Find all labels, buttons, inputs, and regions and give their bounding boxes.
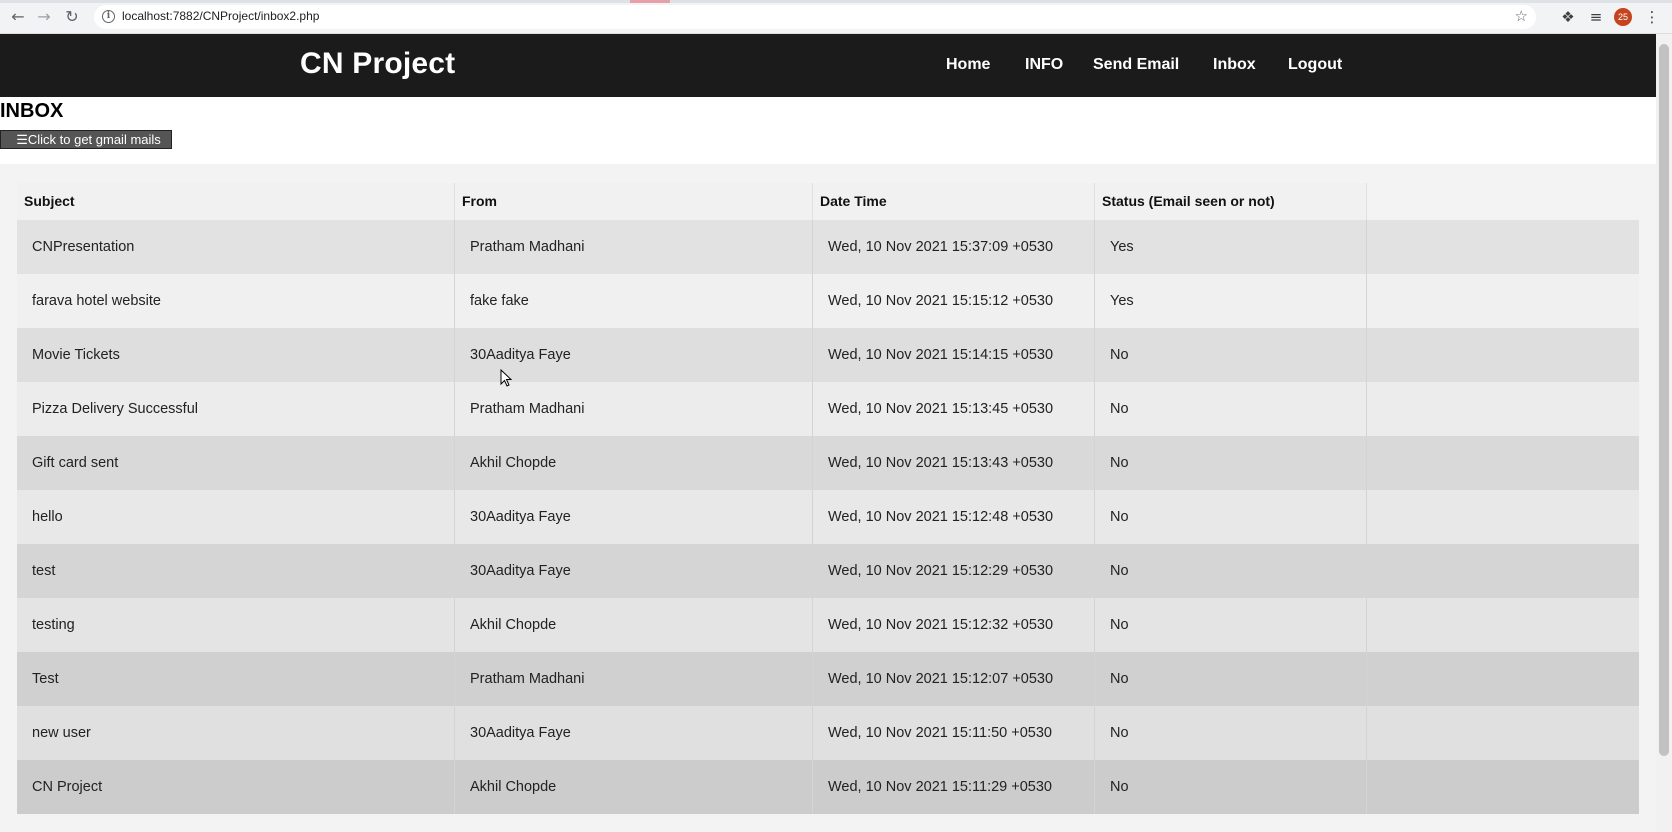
cell-datetime: Wed, 10 Nov 2021 15:37:09 +0530 xyxy=(813,220,1095,274)
column-header-from: From xyxy=(455,183,813,220)
cell-subject: CNPresentation xyxy=(17,220,455,274)
get-gmail-mails-button[interactable]: ☰Click to get gmail mails xyxy=(0,130,172,149)
cell-status: No xyxy=(1095,706,1367,760)
info-icon[interactable]: i xyxy=(102,10,115,23)
cell-datetime: Wed, 10 Nov 2021 15:12:48 +0530 xyxy=(813,490,1095,544)
column-header-subject: Subject xyxy=(17,183,455,220)
table-row[interactable]: Test Pratham Madhani Wed, 10 Nov 2021 15:1… xyxy=(17,652,1639,706)
cell-from: Pratham Madhani xyxy=(455,220,813,274)
table-row[interactable]: new user 30Aaditya Faye Wed, 10 Nov 2021 1… xyxy=(17,706,1639,760)
nav-logout[interactable]: Logout xyxy=(1288,56,1342,74)
main-nav: Home INFO Send Email Inbox Logout xyxy=(0,56,1656,80)
star-icon[interactable]: ☆ xyxy=(1515,7,1528,25)
cell-datetime: Wed, 10 Nov 2021 15:13:45 +0530 xyxy=(813,382,1095,436)
address-bar[interactable]: i localhost:7882/CNProject/inbox2.php ☆ xyxy=(94,5,1536,29)
cell-subject: Pizza Delivery Successful xyxy=(17,382,455,436)
cell-from: Pratham Madhani xyxy=(455,382,813,436)
cell-datetime: Wed, 10 Nov 2021 15:12:07 +0530 xyxy=(813,652,1095,706)
table-row[interactable]: Movie Tickets 30Aaditya Faye Wed, 10 Nov 2… xyxy=(17,328,1639,382)
table-row[interactable]: test 30Aaditya Faye Wed, 10 Nov 2021 15:12… xyxy=(17,544,1639,598)
table-header: Subject From Date Time Status (Email see… xyxy=(17,183,1367,220)
cell-subject: new user xyxy=(17,706,455,760)
cell-status: No xyxy=(1095,490,1367,544)
cell-from: 30Aaditya Faye xyxy=(455,706,813,760)
table-row[interactable]: hello 30Aaditya Faye Wed, 10 Nov 2021 15:1… xyxy=(17,490,1639,544)
cell-status: Yes xyxy=(1095,220,1367,274)
puzzle-icon[interactable]: ❖ xyxy=(1558,7,1578,27)
cell-datetime: Wed, 10 Nov 2021 15:14:15 +0530 xyxy=(813,328,1095,382)
cell-from: 30Aaditya Faye xyxy=(455,544,813,598)
site-header: CN Project Home INFO Send Email Inbox Lo… xyxy=(0,34,1656,97)
cell-datetime: Wed, 10 Nov 2021 15:12:29 +0530 xyxy=(813,544,1095,598)
table-row[interactable]: Pizza Delivery Successful Pratham Madhani… xyxy=(17,382,1639,436)
cell-status: No xyxy=(1095,598,1367,652)
cell-status: No xyxy=(1095,382,1367,436)
cell-datetime: Wed, 10 Nov 2021 15:15:12 +0530 xyxy=(813,274,1095,328)
cell-subject: farava hotel website xyxy=(17,274,455,328)
cell-datetime: Wed, 10 Nov 2021 15:11:50 +0530 xyxy=(813,706,1095,760)
scrollbar-thumb[interactable] xyxy=(1659,44,1669,756)
reload-icon[interactable]: ↻ xyxy=(62,7,82,27)
cell-status: No xyxy=(1095,328,1367,382)
cell-status: Yes xyxy=(1095,274,1367,328)
url-text[interactable]: localhost:7882/CNProject/inbox2.php xyxy=(122,9,319,23)
cell-from: 30Aaditya Faye xyxy=(455,490,813,544)
tab-strip xyxy=(0,0,1672,3)
cell-datetime: Wed, 10 Nov 2021 15:12:32 +0530 xyxy=(813,598,1095,652)
profile-avatar[interactable]: 25 xyxy=(1614,8,1632,26)
nav-inbox[interactable]: Inbox xyxy=(1213,56,1256,74)
cell-subject: Movie Tickets xyxy=(17,328,455,382)
cell-from: Akhil Chopde xyxy=(455,598,813,652)
page-title: INBOX xyxy=(0,100,64,122)
cell-status: No xyxy=(1095,652,1367,706)
cell-from: Pratham Madhani xyxy=(455,652,813,706)
table-row[interactable]: CNPresentation Pratham Madhani Wed, 10 Nov… xyxy=(17,220,1639,274)
cell-from: Akhil Chopde xyxy=(455,436,813,490)
cell-subject: test xyxy=(17,544,455,598)
active-tab-indicator xyxy=(630,0,670,3)
kebab-menu-icon[interactable]: ⋮ xyxy=(1642,7,1662,27)
cell-subject: testing xyxy=(17,598,455,652)
table-row[interactable]: testing Akhil Chopde Wed, 10 Nov 2021 15:1… xyxy=(17,598,1639,652)
table-row[interactable]: CN Project Akhil Chopde Wed, 10 Nov 2021 1… xyxy=(17,760,1639,814)
cell-from: fake fake xyxy=(455,274,813,328)
cell-subject: hello xyxy=(17,490,455,544)
cell-subject: Test xyxy=(17,652,455,706)
nav-send-email[interactable]: Send Email xyxy=(1093,56,1179,74)
browser-toolbar: ← → ↻ i localhost:7882/CNProject/inbox2.… xyxy=(0,0,1672,34)
cell-subject: CN Project xyxy=(17,760,455,814)
column-header-datetime: Date Time xyxy=(813,183,1095,220)
table-row[interactable]: Gift card sent Akhil Chopde Wed, 10 Nov 20… xyxy=(17,436,1639,490)
scrollbar[interactable] xyxy=(1656,34,1672,832)
column-header-status: Status (Email seen or not) xyxy=(1095,183,1367,220)
cell-subject: Gift card sent xyxy=(17,436,455,490)
cell-status: No xyxy=(1095,436,1367,490)
cell-status: No xyxy=(1095,760,1367,814)
nav-home[interactable]: Home xyxy=(946,56,990,74)
nav-info[interactable]: INFO xyxy=(1025,56,1063,74)
cell-status: No xyxy=(1095,544,1367,598)
cell-datetime: Wed, 10 Nov 2021 15:13:43 +0530 xyxy=(813,436,1095,490)
forward-arrow-icon[interactable]: → xyxy=(34,7,54,27)
back-arrow-icon[interactable]: ← xyxy=(8,7,28,27)
playlist-icon[interactable]: ≡ xyxy=(1586,7,1606,27)
cell-from: Akhil Chopde xyxy=(455,760,813,814)
table-row[interactable]: farava hotel website fake fake Wed, 10 Nov… xyxy=(17,274,1639,328)
cell-datetime: Wed, 10 Nov 2021 15:11:29 +0530 xyxy=(813,760,1095,814)
mouse-cursor-icon xyxy=(500,369,512,387)
